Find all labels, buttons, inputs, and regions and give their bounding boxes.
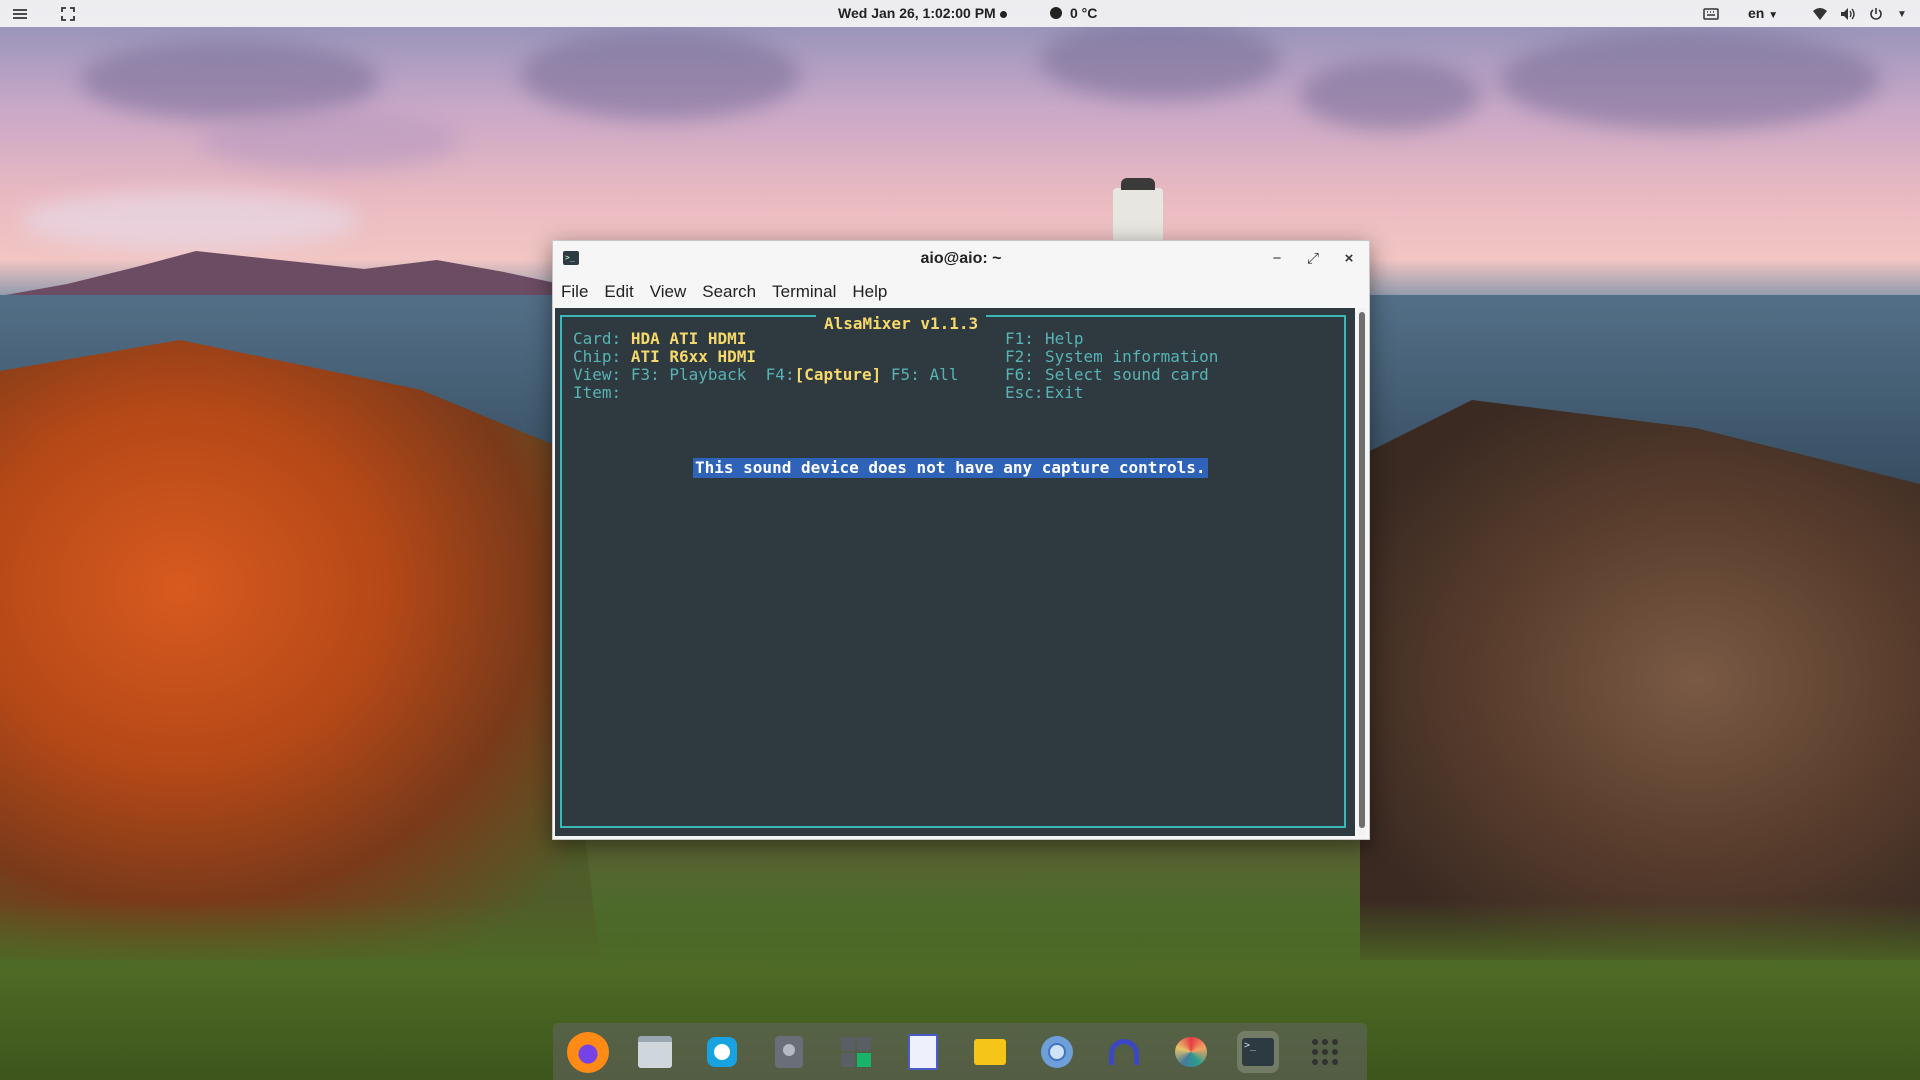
card-value: HDA ATI HDMI: [630, 329, 747, 348]
menu-bar: File Edit View Search Terminal Help: [553, 277, 1369, 307]
files-icon[interactable]: [634, 1031, 676, 1073]
color-picker-icon[interactable]: [1170, 1031, 1212, 1073]
minimize-button[interactable]: −: [1266, 248, 1288, 270]
key-f1-action: Help: [1045, 329, 1084, 348]
key-f6: F6:: [1005, 365, 1034, 384]
key-f6-action: Select sound card: [1045, 365, 1209, 384]
archive-manager-icon[interactable]: [969, 1031, 1011, 1073]
window-titlebar[interactable]: >_ aio@aio: ~ − ⤢ ×: [553, 241, 1369, 277]
keyboard-icon[interactable]: [1701, 4, 1721, 24]
audio-player-icon[interactable]: [1103, 1031, 1145, 1073]
menu-search[interactable]: Search: [702, 282, 756, 302]
key-f2-action: System information: [1045, 347, 1219, 366]
app-grid-icon[interactable]: [1304, 1031, 1346, 1073]
item-label: Item:: [573, 383, 622, 402]
top-panel: Wed Jan 26, 1:02:00 PM 0 °C en ▼ ▼: [0, 0, 1920, 27]
menu-file[interactable]: File: [561, 282, 588, 302]
key-soundcard-row: F6: Select sound card: [1005, 365, 1209, 385]
maximize-button[interactable]: ⤢: [1302, 248, 1324, 270]
key-esc-action: Exit: [1045, 383, 1084, 402]
wifi-icon[interactable]: [1810, 4, 1830, 24]
chip-value: ATI R6xx HDMI: [630, 347, 757, 366]
no-capture-message: This sound device does not have any capt…: [693, 458, 1208, 478]
card-label: Card:: [573, 329, 622, 348]
alsamixer-title: AlsaMixer v1.1.3: [816, 314, 987, 334]
view-row: View: F3: Playback F4:[Capture] F5: All: [573, 365, 958, 385]
text-editor-icon[interactable]: [902, 1031, 944, 1073]
power-icon[interactable]: [1866, 4, 1886, 24]
chromium-icon[interactable]: [1036, 1031, 1078, 1073]
notification-dot: [999, 10, 1007, 18]
view-capture-key: F4:: [765, 365, 795, 384]
close-button[interactable]: ×: [1338, 248, 1360, 270]
card-row: Card: HDA ATI HDMI: [573, 329, 746, 349]
window-title: aio@aio: ~: [920, 250, 1002, 267]
volume-icon[interactable]: [1838, 4, 1858, 24]
language-indicator[interactable]: en ▼: [1748, 5, 1778, 21]
view-capture[interactable]: [Capture]: [795, 365, 882, 384]
key-exit-row: Esc:Exit: [1005, 383, 1084, 403]
view-playback[interactable]: F3: Playback: [631, 365, 747, 384]
weather-icon: [1050, 7, 1062, 19]
key-help-row: F1: Help: [1005, 329, 1084, 349]
menu-help[interactable]: Help: [852, 282, 887, 302]
screenshot-icon[interactable]: [58, 4, 78, 24]
clock[interactable]: Wed Jan 26, 1:02:00 PM: [838, 5, 1007, 21]
messaging-icon[interactable]: [701, 1031, 743, 1073]
weather-text: 0 °C: [1070, 5, 1098, 21]
calculator-icon[interactable]: [835, 1031, 877, 1073]
activities-icon[interactable]: [10, 4, 30, 24]
dock: >_: [553, 1023, 1367, 1080]
terminal-icon[interactable]: >_: [1237, 1030, 1279, 1073]
menu-edit[interactable]: Edit: [604, 282, 633, 302]
key-f1: F1:: [1005, 329, 1034, 348]
terminal-window: >_ aio@aio: ~ − ⤢ × File Edit View Searc…: [552, 240, 1370, 840]
key-sysinfo-row: F2: System information: [1005, 347, 1218, 367]
language-text: en: [1748, 5, 1765, 21]
chevron-down-icon: ▼: [1768, 10, 1779, 21]
clock-text: Wed Jan 26, 1:02:00 PM: [838, 5, 996, 21]
lighthouse: [1113, 178, 1163, 242]
terminal-scrollbar[interactable]: [1358, 308, 1366, 836]
firefox-icon[interactable]: [567, 1030, 609, 1073]
view-label: View:: [573, 365, 622, 384]
weather-indicator[interactable]: 0 °C: [1050, 5, 1097, 21]
system-menu-chevron-icon[interactable]: ▼: [1892, 4, 1912, 24]
key-esc: Esc:: [1005, 383, 1044, 402]
alsamixer-frame: AlsaMixer v1.1.3 Card: HDA ATI HDMI Chip…: [560, 314, 1346, 828]
view-all[interactable]: F5: All: [891, 365, 958, 384]
chip-label: Chip:: [573, 347, 622, 366]
item-row: Item:: [573, 383, 621, 403]
key-f2: F2:: [1005, 347, 1034, 366]
chip-row: Chip: ATI R6xx HDMI: [573, 347, 756, 367]
disk-utility-icon[interactable]: [768, 1031, 810, 1073]
terminal-area[interactable]: AlsaMixer v1.1.3 Card: HDA ATI HDMI Chip…: [555, 308, 1355, 836]
menu-view[interactable]: View: [650, 282, 687, 302]
scrollbar-thumb[interactable]: [1359, 312, 1365, 828]
menu-terminal[interactable]: Terminal: [772, 282, 836, 302]
